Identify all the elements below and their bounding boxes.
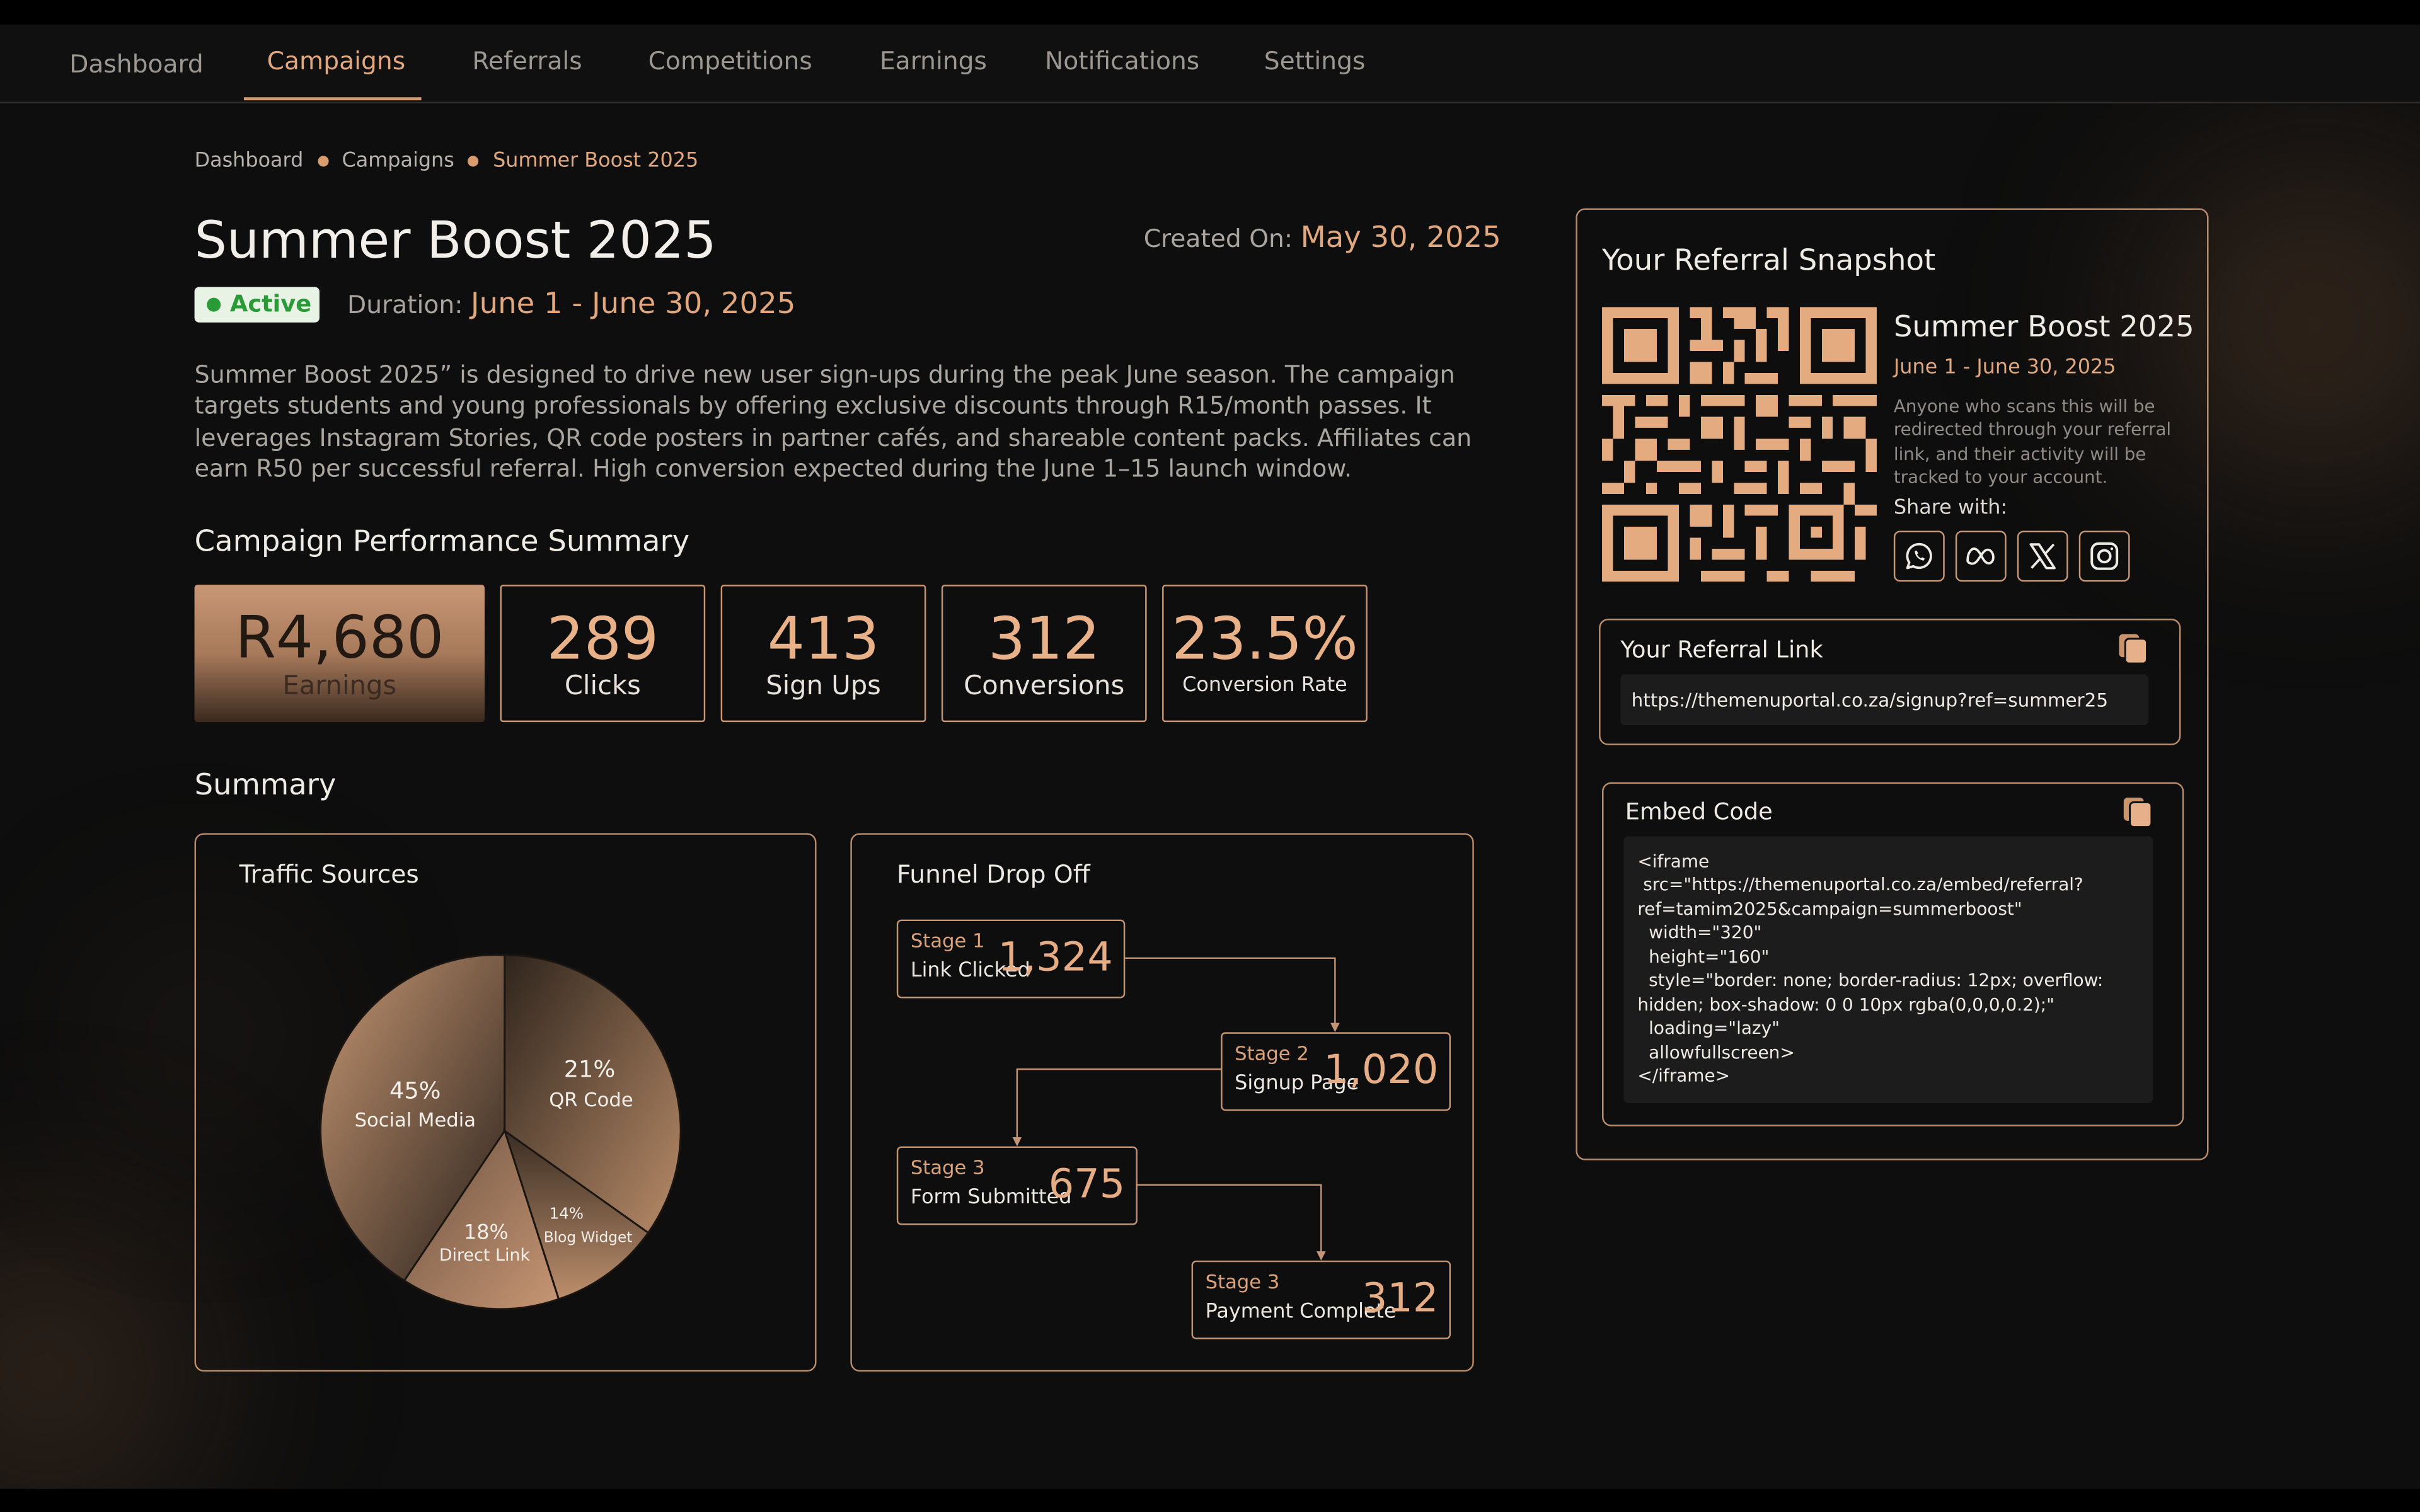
stage-value: 1,324	[998, 935, 1113, 982]
meta-icon	[1966, 547, 1995, 565]
funnel-connector	[1012, 1068, 1221, 1147]
stage-value: 312	[1361, 1276, 1439, 1322]
app-root: Dashboard Campaigns Referrals Competitio…	[0, 0, 2420, 1512]
snapshot-note: Anyone who scans this will be redirected…	[1893, 396, 2172, 488]
nav-tab-settings[interactable]: Settings	[1264, 25, 1366, 101]
kpi-label: Sign Ups	[766, 671, 881, 702]
stage-label: Form Submitted	[910, 1186, 1072, 1210]
copy-icon[interactable]	[2116, 631, 2150, 665]
pie-label-blog-name: Blog Widget	[544, 1228, 633, 1246]
share-meta-button[interactable]	[1955, 530, 2007, 582]
kpi-label: Clicks	[564, 671, 641, 702]
stage-number: Stage 3	[1205, 1269, 1280, 1293]
pie-label-qr-pct: 21%	[564, 1055, 616, 1082]
page-title: Summer Boost 2025	[194, 210, 717, 270]
pie-label-social-pct: 45%	[389, 1077, 441, 1104]
kpi-clicks: 289 Clicks	[500, 585, 706, 723]
top-navigation: Dashboard Campaigns Referrals Competitio…	[0, 25, 2420, 105]
funnel-connector	[1125, 957, 1340, 1033]
stage-number: Stage 3	[910, 1155, 985, 1179]
pie-label-direct-pct: 18%	[464, 1220, 509, 1244]
funnel-stage-4: Stage 3 Payment Complete 312	[1191, 1260, 1451, 1339]
referral-link-title: Your Referral Link	[1620, 635, 1823, 664]
breadcrumb-separator	[468, 156, 480, 167]
funnel-connector	[1136, 1184, 1326, 1261]
referral-link-field[interactable]	[1620, 674, 2148, 726]
stage-number: Stage 1	[910, 929, 985, 953]
copy-icon[interactable]	[2121, 794, 2155, 828]
nav-tab-campaigns[interactable]: Campaigns	[267, 25, 405, 101]
active-tab-indicator	[243, 97, 422, 101]
snapshot-dates: June 1 - June 30, 2025	[1893, 356, 2116, 380]
stage-value: 675	[1048, 1162, 1126, 1208]
created-value: May 30, 2025	[1300, 220, 1501, 255]
performance-heading: Campaign Performance Summary	[194, 524, 690, 559]
pie-label-qr-name: QR Code	[549, 1089, 633, 1111]
status-dot	[207, 297, 221, 312]
share-whatsapp-button[interactable]	[1893, 530, 1945, 582]
created-on: Created On: May 30, 2025	[1144, 220, 1501, 255]
kpi-value: 312	[988, 605, 1100, 673]
share-label: Share with:	[1893, 496, 2008, 520]
whatsapp-icon	[1906, 542, 1932, 570]
breadcrumb-current: Summer Boost 2025	[493, 149, 699, 173]
referral-qr-code[interactable]	[1602, 307, 1877, 582]
pie-label-direct-name: Direct Link	[439, 1246, 531, 1265]
kpi-label: Conversions	[964, 671, 1125, 702]
status-badge: Active	[194, 287, 320, 323]
breadcrumb-separator	[317, 156, 328, 167]
x-icon	[2029, 543, 2056, 570]
funnel-stage-3: Stage 3 Form Submitted 675	[896, 1146, 1138, 1225]
duration-value: June 1 - June 30, 2025	[470, 287, 796, 321]
kpi-value: 23.5%	[1172, 605, 1358, 673]
top-edge	[0, 0, 2420, 25]
kpi-value: 413	[767, 605, 880, 673]
kpi-signups: 413 Sign Ups	[720, 585, 926, 723]
kpi-value: 289	[546, 605, 659, 673]
nav-tab-dashboard[interactable]: Dashboard	[69, 28, 204, 105]
pie-label-blog-pct: 14%	[550, 1205, 584, 1223]
share-x-button[interactable]	[2017, 530, 2068, 582]
funnel-stage-1: Stage 1 Link Clicked 1,324	[896, 919, 1126, 999]
share-instagram-button[interactable]	[2078, 530, 2130, 582]
breadcrumb-dashboard[interactable]: Dashboard	[195, 150, 304, 173]
stage-value: 1,020	[1323, 1047, 1439, 1094]
traffic-pie-chart: 45% Social Media 21% QR Code 14% Blog Wi…	[320, 954, 682, 1310]
traffic-sources-title: Traffic Sources	[239, 859, 419, 889]
kpi-conversion-rate: 23.5% Conversion Rate	[1162, 585, 1368, 723]
kpi-label: Conversion Rate	[1182, 674, 1347, 697]
kpi-value: R4,680	[235, 603, 444, 672]
kpi-earnings: R4,680 Earnings	[194, 585, 485, 723]
breadcrumb-campaigns[interactable]: Campaigns	[342, 150, 454, 173]
kpi-label: Earnings	[282, 671, 397, 702]
embed-code-title: Embed Code	[1625, 798, 1773, 826]
referral-snapshot-title: Your Referral Snapshot	[1602, 243, 1936, 278]
embed-code-field[interactable]: <iframe src="https://themenuportal.co.za…	[1623, 836, 2153, 1104]
created-label: Created On:	[1143, 224, 1293, 253]
pie-label-social-name: Social Media	[355, 1109, 476, 1131]
campaign-duration: Duration: June 1 - June 30, 2025	[347, 287, 795, 321]
funnel-stage-2: Stage 2 Signup Page 1,020	[1221, 1032, 1451, 1111]
campaign-description: Summer Boost 2025” is designed to drive …	[194, 361, 1472, 484]
nav-tab-competitions[interactable]: Competitions	[648, 25, 812, 101]
summary-heading: Summary	[194, 768, 337, 803]
stage-number: Stage 2	[1235, 1041, 1309, 1065]
instagram-icon	[2090, 542, 2119, 570]
nav-tab-notifications[interactable]: Notifications	[1045, 25, 1199, 101]
status-label: Active	[229, 290, 312, 318]
kpi-conversions: 312 Conversions	[941, 585, 1147, 723]
snapshot-campaign-name: Summer Boost 2025	[1893, 310, 2194, 345]
bottom-edge	[0, 1489, 2420, 1512]
duration-label: Duration:	[347, 290, 463, 319]
breadcrumb: Dashboard Campaigns Summer Boost 2025	[195, 150, 699, 173]
nav-tab-referrals[interactable]: Referrals	[472, 25, 582, 101]
nav-tab-earnings[interactable]: Earnings	[880, 25, 987, 101]
